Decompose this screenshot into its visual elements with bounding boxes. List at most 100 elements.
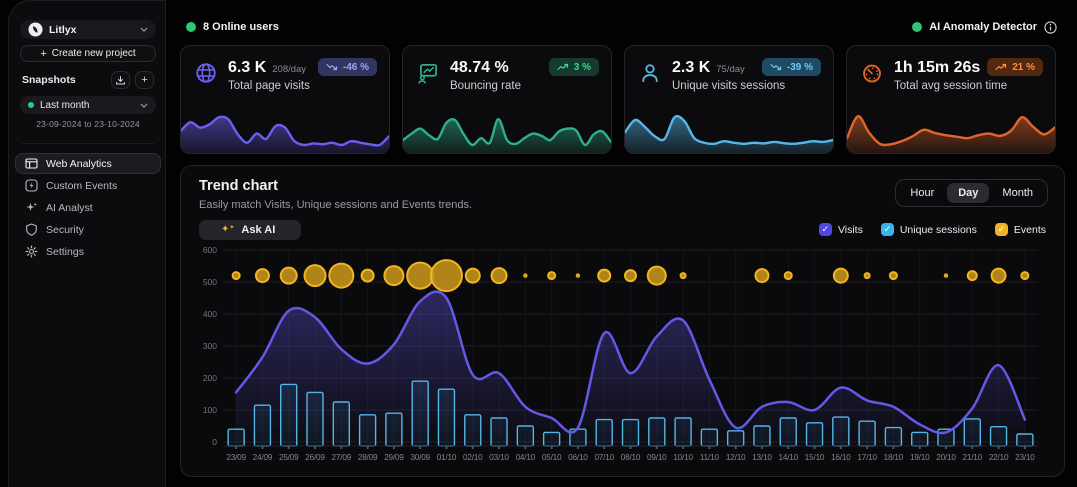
x-tick-label: 23/10 [1015, 453, 1035, 462]
x-tick-label: 23/09 [226, 453, 246, 462]
x-tick-label: 19/10 [910, 453, 930, 462]
unique-sessions-checkbox[interactable]: ✓ [881, 223, 894, 236]
legend-label: Visits [838, 224, 863, 236]
events-bubble [466, 269, 480, 283]
sidebar-item-web-analytics[interactable]: Web Analytics [15, 153, 161, 174]
stat-label: Total page visits [228, 80, 310, 92]
time-range-segmented-control: Hour Day Month [895, 179, 1048, 207]
events-bubble [524, 274, 527, 277]
app-window: Litlyx + Create new project Snapshots + … [0, 0, 1077, 487]
unique-sessions-bar [754, 426, 770, 446]
snapshot-range-select[interactable]: Last month [20, 96, 156, 114]
online-status-dot [186, 22, 196, 32]
stat-value: 2.3 K [672, 59, 710, 77]
x-tick-label: 03/10 [489, 453, 509, 462]
events-checkbox[interactable]: ✓ [995, 223, 1008, 236]
trend-badge: 21 % [987, 58, 1043, 76]
unique-sessions-bar [885, 428, 901, 446]
sidebar-item-security[interactable]: Security [15, 219, 161, 240]
create-project-button[interactable]: + Create new project [20, 45, 156, 62]
stat-card-avg-session-time: 1h 15m 26s Total avg session time 21 % [846, 45, 1056, 154]
web-analytics-icon [25, 157, 38, 170]
events-bubble [492, 268, 507, 283]
unique-sessions-bar [491, 418, 507, 446]
anomaly-detector-label: AI Anomaly Detector [929, 21, 1037, 33]
legend-unique-sessions[interactable]: ✓ Unique sessions [881, 223, 977, 236]
x-tick-label: 02/10 [463, 453, 483, 462]
x-tick-label: 06/10 [568, 453, 588, 462]
x-tick-label: 17/10 [857, 453, 877, 462]
presentation-icon [416, 61, 440, 85]
export-snapshot-button[interactable] [111, 71, 130, 89]
events-bubble [785, 272, 792, 279]
unique-sessions-bar [623, 420, 639, 446]
x-tick-label: 28/09 [358, 453, 378, 462]
x-tick-label: 26/09 [305, 453, 325, 462]
sidebar-item-label: Custom Events [46, 180, 117, 192]
chevron-down-icon [140, 27, 148, 32]
sidebar-item-label: Security [46, 224, 84, 236]
badge-value: 21 % [1012, 62, 1035, 73]
y-tick-label: 200 [203, 373, 217, 383]
range-button-month[interactable]: Month [991, 183, 1044, 203]
stat-card-total-page-visits: 6.3 K 208/day Total page visits -46 % [180, 45, 390, 154]
gear-icon [25, 245, 38, 258]
x-tick-label: 22/10 [989, 453, 1009, 462]
range-button-hour[interactable]: Hour [899, 183, 945, 203]
events-bubble [407, 263, 433, 289]
snapshots-label: Snapshots [22, 74, 106, 86]
ask-ai-button[interactable]: ✦✦ Ask AI [199, 220, 301, 240]
download-icon [115, 75, 126, 86]
x-tick-label: 04/10 [516, 453, 536, 462]
info-icon[interactable] [1044, 21, 1057, 34]
trend-badge: -46 % [318, 58, 377, 76]
sidebar-item-label: Settings [46, 246, 84, 258]
events-bubble [384, 266, 403, 285]
events-bubble [648, 267, 666, 285]
sidebar-item-custom-events[interactable]: Custom Events [15, 175, 161, 196]
sparkle-icon: ✦✦ [221, 225, 234, 235]
events-bubble [576, 274, 579, 277]
trend-badge: 3 % [549, 58, 599, 76]
stat-value: 1h 15m 26s [894, 59, 980, 77]
trend-chart-title: Trend chart [199, 178, 278, 194]
user-icon [638, 61, 662, 85]
chevron-down-icon [140, 103, 148, 108]
trend-down-icon [770, 63, 782, 71]
events-bubble [305, 265, 326, 286]
badge-value: -39 % [787, 62, 813, 73]
trend-chart-panel: Trend chart Easily match Visits, Unique … [180, 165, 1065, 477]
events-bubble [329, 264, 353, 288]
trend-chart[interactable]: 010020030040050060023/0924/0925/0926/092… [193, 246, 1054, 470]
unique-sessions-bar [412, 381, 428, 446]
unique-sessions-bar [228, 429, 244, 446]
project-name: Litlyx [49, 24, 134, 36]
events-bubble [281, 268, 297, 284]
x-tick-label: 15/10 [805, 453, 825, 462]
sparkline-unique-sessions [625, 107, 833, 153]
stat-per-day: 208/day [272, 64, 306, 75]
trend-down-icon [326, 63, 338, 71]
stat-card-bouncing-rate: 48.74 % Bouncing rate 3 % [402, 45, 612, 154]
events-bubble [256, 269, 269, 282]
sparkline-total-page-visits [181, 107, 389, 153]
snapshot-range-value: Last month [40, 100, 134, 111]
add-snapshot-button[interactable]: + [135, 71, 154, 89]
unique-sessions-bar [912, 432, 928, 446]
stat-value: 48.74 % [450, 59, 509, 77]
unique-sessions-bar [307, 392, 323, 446]
legend-events[interactable]: ✓ Events [995, 223, 1046, 236]
unique-sessions-bar [281, 384, 297, 446]
unique-sessions-bar [386, 413, 402, 446]
anomaly-status-dot [912, 22, 922, 32]
range-button-day[interactable]: Day [947, 183, 989, 203]
events-bubble [968, 271, 977, 280]
stat-label: Unique visits sessions [672, 80, 785, 92]
sidebar-item-ai-analyst[interactable]: AI Analyst [15, 197, 161, 218]
x-tick-label: 18/10 [884, 453, 904, 462]
legend-visits[interactable]: ✓ Visits [819, 223, 863, 236]
sidebar-item-settings[interactable]: Settings [15, 241, 161, 262]
x-tick-label: 10/10 [673, 453, 693, 462]
visits-checkbox[interactable]: ✓ [819, 223, 832, 236]
project-selector[interactable]: Litlyx [20, 20, 156, 39]
